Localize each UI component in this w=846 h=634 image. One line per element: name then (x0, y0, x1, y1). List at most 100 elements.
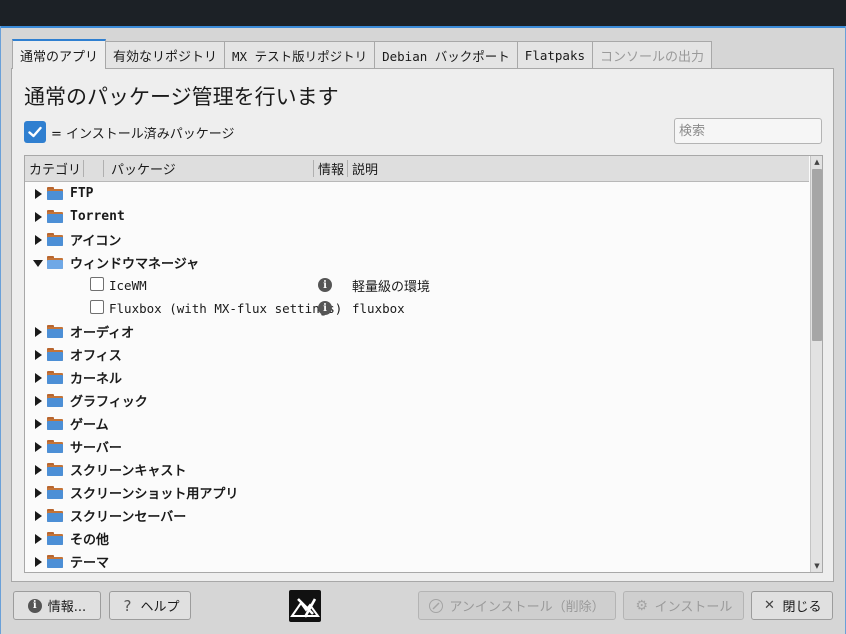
category-row[interactable]: アイコン (25, 228, 809, 251)
collapsed-arrow-icon[interactable] (33, 510, 43, 521)
folder-icon (47, 325, 63, 338)
info-circle-icon[interactable]: i (318, 301, 332, 315)
category-label: スクリーンショット用アプリ (70, 487, 239, 502)
installed-legend: = インストール済みパッケージ (24, 121, 235, 143)
collapsed-arrow-icon[interactable] (33, 395, 43, 406)
folder-icon (47, 486, 63, 499)
category-label: スクリーンセーバー (70, 510, 187, 525)
column-separator (103, 160, 104, 177)
category-row[interactable]: Torrent (25, 205, 809, 228)
tab-bar: 通常のアプリ 有効なリポジトリ MX テスト版リポジトリ Debian バックポート F… (12, 39, 713, 69)
column-header-description[interactable]: 説明 (348, 156, 548, 181)
folder-icon (47, 417, 63, 430)
install-button[interactable]: ⚙ インストール (623, 591, 744, 620)
column-header-category[interactable]: カテゴリ (25, 156, 83, 181)
package-row[interactable]: IceWM i 軽量級の環境 (25, 274, 809, 297)
scroll-down-arrow-icon[interactable]: ▼ (811, 560, 822, 572)
package-name: Fluxbox (with MX-flux settings) (109, 301, 343, 316)
column-header-package[interactable]: パッケージ (107, 156, 313, 181)
category-row[interactable]: ウィンドウマネージャ (25, 251, 809, 274)
category-row[interactable]: サーバー (25, 435, 809, 458)
package-description: 軽量級の環境 (352, 280, 431, 295)
package-checkbox[interactable] (90, 277, 104, 291)
tab-3[interactable]: Debian バックポート (375, 41, 518, 69)
category-label: Torrent (70, 209, 125, 224)
package-tree[interactable]: カテゴリ パッケージ 情報 説明 FTP Torrent アイコンウィンドウマネージ… (24, 155, 823, 573)
tree-header: カテゴリ パッケージ 情報 説明 (25, 156, 809, 182)
tab-5: コンソールの出力 (593, 41, 713, 69)
category-row[interactable]: その他 (25, 527, 809, 550)
collapsed-arrow-icon[interactable] (33, 372, 43, 383)
vertical-scrollbar[interactable]: ▲ ▼ (810, 156, 822, 572)
legend-label: = インストール済みパッケージ (51, 126, 235, 142)
category-label: カーネル (70, 372, 123, 387)
info-button[interactable]: i 情報... (13, 591, 101, 620)
collapsed-arrow-icon[interactable] (33, 349, 43, 360)
category-label: アイコン (70, 234, 122, 249)
close-x-icon: ✕ (764, 598, 775, 613)
category-label: その他 (70, 533, 110, 548)
no-entry-icon (429, 598, 444, 613)
scrollbar-thumb[interactable] (812, 169, 822, 341)
folder-icon (47, 187, 63, 200)
category-row[interactable]: スクリーンセーバー (25, 504, 809, 527)
folder-icon (47, 555, 63, 568)
package-checkbox[interactable] (90, 300, 104, 314)
collapsed-arrow-icon[interactable] (33, 464, 43, 475)
info-circle-icon: i (27, 598, 42, 613)
collapsed-arrow-icon[interactable] (33, 533, 43, 544)
collapsed-arrow-icon[interactable] (33, 326, 43, 337)
category-row[interactable]: スクリーンキャスト (25, 458, 809, 481)
folder-icon (47, 371, 63, 384)
gear-icon: ⚙ (635, 597, 648, 614)
category-row[interactable]: オーディオ (25, 320, 809, 343)
folder-icon (47, 210, 63, 223)
collapsed-arrow-icon[interactable] (33, 234, 43, 245)
question-mark-icon: ? (123, 596, 132, 615)
package-description: fluxbox (352, 301, 405, 316)
folder-icon (47, 394, 63, 407)
category-label: グラフィック (70, 395, 148, 410)
tab-0[interactable]: 通常のアプリ (12, 39, 107, 69)
tab-4[interactable]: Flatpaks (517, 41, 594, 69)
tab-2[interactable]: MX テスト版リポジトリ (225, 41, 376, 69)
folder-icon (47, 509, 63, 522)
collapsed-arrow-icon[interactable] (33, 418, 43, 429)
page-title: 通常のパッケージ管理を行います (24, 85, 339, 109)
category-row[interactable]: グラフィック (25, 389, 809, 412)
category-row[interactable]: オフィス (25, 343, 809, 366)
info-circle-icon[interactable]: i (318, 278, 332, 292)
category-label: スクリーンキャスト (70, 464, 187, 479)
folder-icon (47, 440, 63, 453)
expanded-arrow-icon[interactable] (33, 258, 43, 268)
help-button[interactable]: ? ヘルプ (109, 591, 191, 620)
collapsed-arrow-icon[interactable] (33, 188, 43, 199)
category-row[interactable]: ゲーム (25, 412, 809, 435)
category-label: オフィス (70, 349, 122, 364)
column-header-info[interactable]: 情報 (314, 156, 348, 181)
category-row[interactable]: FTP (25, 182, 809, 205)
category-row[interactable]: テーマ (25, 550, 809, 572)
category-row[interactable]: カーネル (25, 366, 809, 389)
category-label: サーバー (70, 441, 122, 456)
window-titlebar[interactable] (0, 0, 846, 26)
window-border-left (0, 26, 1, 634)
package-name: IceWM (109, 278, 147, 293)
category-row[interactable]: スクリーンショット用アプリ (25, 481, 809, 504)
collapsed-arrow-icon[interactable] (33, 487, 43, 498)
folder-icon (47, 463, 63, 476)
uninstall-button-label: アンインストール（削除） (449, 600, 605, 615)
collapsed-arrow-icon[interactable] (33, 556, 43, 567)
search-input[interactable] (674, 118, 822, 144)
category-label: ウィンドウマネージャ (70, 257, 200, 272)
uninstall-button[interactable]: アンインストール（削除） (418, 591, 616, 620)
tab-1[interactable]: 有効なリポジトリ (106, 41, 226, 69)
package-row[interactable]: Fluxbox (with MX-flux settings) i fluxbox (25, 297, 809, 320)
tab-panel: 通常のパッケージ管理を行います = インストール済みパッケージ カテゴリ パッケ… (11, 68, 834, 582)
category-label: テーマ (70, 556, 110, 571)
scroll-up-arrow-icon[interactable]: ▲ (811, 156, 822, 168)
close-button[interactable]: ✕ 閉じる (751, 591, 833, 620)
collapsed-arrow-icon[interactable] (33, 441, 43, 452)
collapsed-arrow-icon[interactable] (33, 211, 43, 222)
close-button-label: 閉じる (782, 600, 822, 615)
